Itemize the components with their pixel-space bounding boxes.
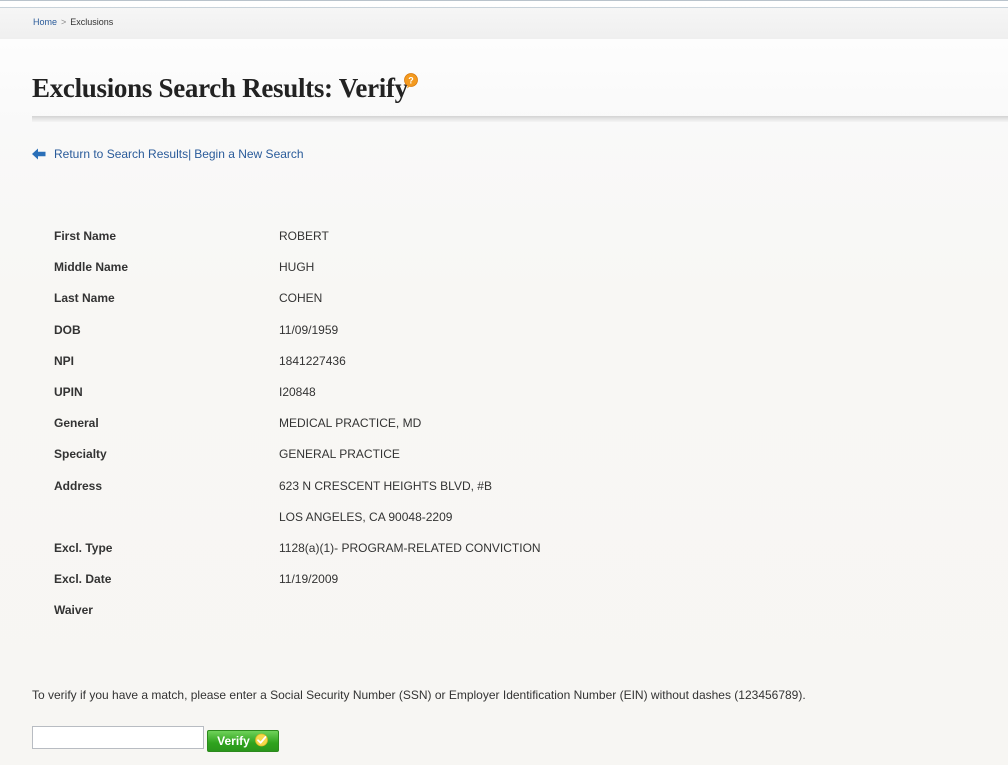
detail-value: I20848 (279, 385, 316, 399)
detail-value: 11/09/1959 (279, 322, 339, 337)
breadcrumb-home-link[interactable]: Home (33, 17, 57, 27)
result-navigation: Return to Search Results | Begin a New Se… (32, 147, 304, 161)
arrow-left-icon (32, 148, 46, 160)
detail-row: General MEDICAL PRACTICE, MD (54, 416, 754, 432)
detail-label: Excl. Type (54, 541, 113, 555)
detail-label: Address (54, 478, 103, 493)
detail-value: MEDICAL PRACTICE, MD (279, 416, 422, 431)
svg-text:?: ? (408, 76, 414, 86)
detail-row: Excl. Date 11/19/2009 (54, 572, 754, 588)
detail-label: Excl. Date (54, 572, 112, 587)
detail-label: Waiver (54, 603, 93, 618)
breadcrumb-current: Exclusions (70, 17, 114, 27)
detail-row: First Name ROBERT (54, 229, 754, 245)
detail-value: 11/19/2009 (279, 572, 339, 587)
verify-button[interactable]: Verify (207, 730, 279, 752)
detail-label: UPIN (54, 385, 83, 399)
detail-label: Middle Name (54, 260, 129, 275)
detail-row: Waiver (54, 603, 754, 619)
detail-label: General (54, 416, 99, 431)
detail-value: 1841227436 (279, 353, 346, 368)
detail-row: UPIN I20848 (54, 385, 754, 401)
breadcrumb: Home > Exclusions (33, 17, 113, 27)
begin-new-search-link[interactable]: Begin a New Search (194, 147, 303, 161)
detail-label: First Name (54, 229, 117, 243)
detail-row: Middle Name HUGH (54, 260, 754, 276)
detail-row: LOS ANGELES, CA 90048-2209 (54, 510, 754, 526)
detail-value: ROBERT (279, 229, 329, 243)
title-divider (32, 116, 1008, 122)
breadcrumb-bar: Home > Exclusions (0, 7, 1008, 39)
detail-label: NPI (54, 353, 75, 368)
detail-row: Specialty GENERAL PRACTICE (54, 447, 754, 463)
detail-value: HUGH (279, 260, 315, 275)
detail-row: DOB 11/09/1959 (54, 323, 754, 339)
check-icon (254, 733, 269, 750)
detail-row: Excl. Type 1128(a)(1)- PROGRAM-RELATED CO… (54, 541, 754, 557)
help-question-icon[interactable]: ? (403, 73, 419, 89)
detail-value: LOS ANGELES, CA 90048-2209 (279, 509, 453, 524)
detail-label: DOB (54, 322, 81, 337)
page: Home > Exclusions Exclusions Search Result… (0, 0, 1008, 765)
verify-button-label: Verify (217, 734, 250, 748)
link-divider: | (188, 147, 192, 161)
detail-row: NPI 1841227436 (54, 354, 754, 370)
breadcrumb-separator: > (61, 17, 67, 27)
verify-instructions: To verify if you have a match, please en… (32, 688, 806, 702)
detail-value: 1128(a)(1)- PROGRAM-RELATED CONVICTION (279, 541, 541, 555)
detail-value: GENERAL PRACTICE (279, 447, 400, 462)
detail-value: COHEN (279, 291, 323, 306)
detail-row: Address 623 N CRESCENT HEIGHTS BLVD, #B (54, 479, 754, 495)
return-to-search-results-link[interactable]: Return to Search Results (54, 147, 188, 161)
page-title: Exclusions Search Results: Verify (32, 73, 408, 103)
detail-row: Last Name COHEN (54, 291, 754, 307)
detail-label: Specialty (54, 447, 107, 462)
ssn-ein-input[interactable] (32, 726, 204, 749)
detail-label: Last Name (54, 291, 115, 306)
detail-value: 623 N CRESCENT HEIGHTS BLVD, #B (279, 478, 492, 493)
